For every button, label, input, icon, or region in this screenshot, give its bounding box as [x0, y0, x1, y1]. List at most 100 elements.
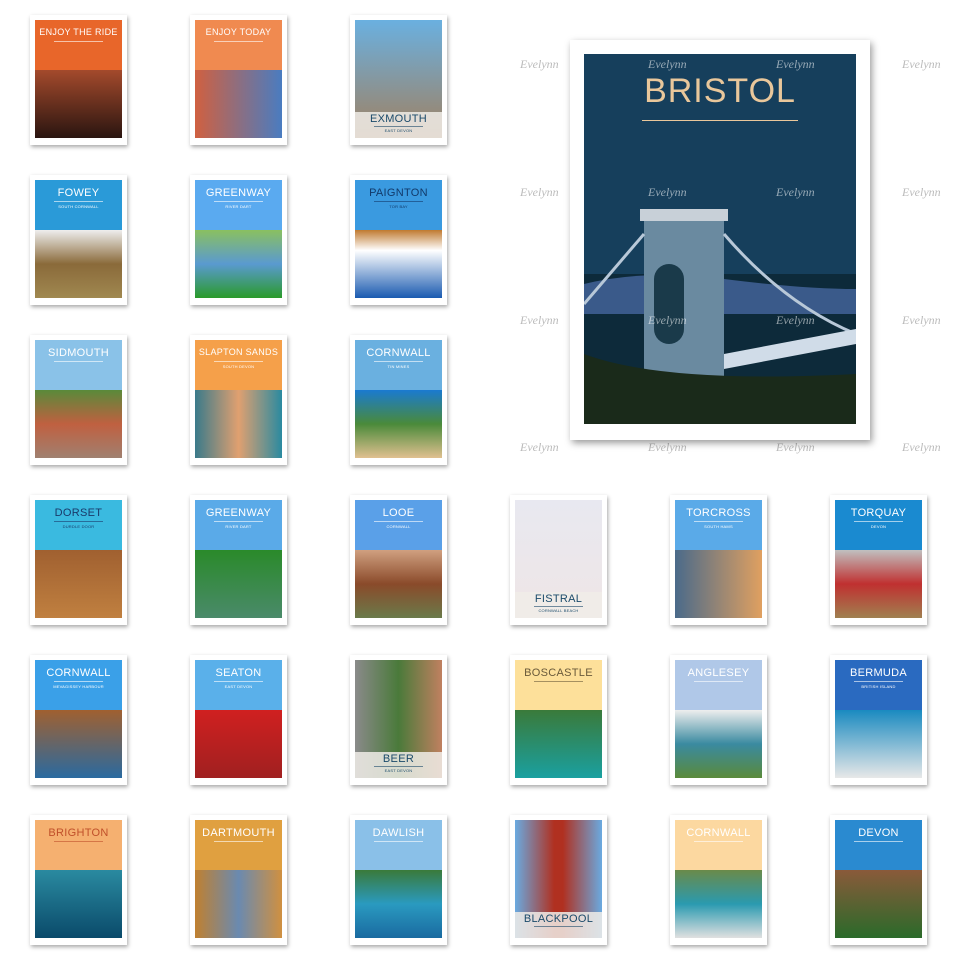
- poster-scene: [195, 709, 282, 778]
- poster-scene: [675, 869, 762, 938]
- poster-title: SLAPTON SANDS: [198, 347, 279, 357]
- poster-scene: [195, 549, 282, 618]
- poster-card[interactable]: ANGLESEY: [670, 655, 767, 785]
- poster-card[interactable]: DARTMOUTH: [190, 815, 287, 945]
- poster-title: CORNWALL: [46, 667, 111, 679]
- watermark-text: Evelynn: [520, 440, 559, 454]
- title-underline: [214, 361, 263, 362]
- poster-scene: [195, 229, 282, 298]
- poster-card[interactable]: TORQUAY DEVON: [830, 495, 927, 625]
- poster-card[interactable]: FOWEY SOUTH CORNWALL: [30, 175, 127, 305]
- poster-scene: [675, 549, 762, 618]
- poster-art: ANGLESEY: [675, 660, 762, 778]
- poster-title: BOSCASTLE: [524, 667, 593, 679]
- poster-art: DORSET DURDLE DOOR: [35, 500, 122, 618]
- poster-art: DARTMOUTH: [195, 820, 282, 938]
- poster-scene: [515, 709, 602, 778]
- title-underline: [54, 201, 103, 202]
- poster-card[interactable]: CORNWALL MEVAGISSEY HARBOUR: [30, 655, 127, 785]
- title-underline: [54, 361, 103, 362]
- poster-card[interactable]: SEATON EAST DEVON: [190, 655, 287, 785]
- poster-card[interactable]: CORNWALL: [670, 815, 767, 945]
- title-underline: [54, 841, 103, 842]
- poster-card[interactable]: BRIGHTON: [30, 815, 127, 945]
- poster-art: GREENWAY RIVER DART: [195, 500, 282, 618]
- title-underline: [534, 681, 583, 682]
- poster-scene: [835, 549, 922, 618]
- poster-card[interactable]: GREENWAY RIVER DART: [190, 175, 287, 305]
- poster-card[interactable]: GREENWAY RIVER DART: [190, 495, 287, 625]
- poster-card[interactable]: SIDMOUTH: [30, 335, 127, 465]
- title-underline: [214, 521, 263, 522]
- poster-card[interactable]: DEVON: [830, 815, 927, 945]
- poster-title: CORNWALL: [686, 827, 751, 839]
- featured-poster-bristol[interactable]: BRISTOL: [570, 40, 870, 440]
- poster-card[interactable]: CORNWALL TIN MINES: [350, 335, 447, 465]
- poster-scene: [355, 869, 442, 938]
- title-underline: [854, 681, 903, 682]
- featured-poster-art: BRISTOL: [584, 54, 856, 424]
- poster-title: FISTRAL: [534, 593, 583, 605]
- poster-art: CORNWALL MEVAGISSEY HARBOUR: [35, 660, 122, 778]
- poster-card[interactable]: BEER EAST DEVON: [350, 655, 447, 785]
- poster-subtitle: RIVER DART: [225, 524, 252, 529]
- poster-art: EXMOUTH EAST DEVON: [355, 20, 442, 138]
- poster-title: FOWEY: [57, 187, 100, 199]
- poster-title: SIDMOUTH: [47, 347, 110, 359]
- poster-art: TORCROSS SOUTH HAMS: [675, 500, 762, 618]
- watermark-text: Evelynn: [902, 57, 941, 71]
- watermark-text: Evelynn: [520, 57, 559, 71]
- poster-title: ENJOY TODAY: [205, 27, 272, 37]
- poster-art: BLACKPOOL: [515, 820, 602, 938]
- poster-card[interactable]: DAWLISH: [350, 815, 447, 945]
- watermark-text: Evelynn: [902, 313, 941, 327]
- poster-scene: [35, 869, 122, 938]
- poster-subtitle: TIN MINES: [387, 364, 410, 369]
- poster-art: FOWEY SOUTH CORNWALL: [35, 180, 122, 298]
- poster-scene: [355, 229, 442, 298]
- poster-card[interactable]: ENJOY TODAY: [190, 15, 287, 145]
- poster-card[interactable]: PAIGNTON TOR BAY: [350, 175, 447, 305]
- poster-card[interactable]: TORCROSS SOUTH HAMS: [670, 495, 767, 625]
- poster-subtitle: CORNWALL BEACH: [538, 608, 579, 613]
- poster-card[interactable]: FISTRAL CORNWALL BEACH: [510, 495, 607, 625]
- watermark-text: Evelynn: [520, 185, 559, 199]
- title-underline: [214, 841, 263, 842]
- poster-card[interactable]: BERMUDA BRITISH ISLAND: [830, 655, 927, 785]
- poster-card[interactable]: BOSCASTLE: [510, 655, 607, 785]
- poster-title: EXMOUTH: [369, 113, 428, 125]
- poster-art: SIDMOUTH: [35, 340, 122, 458]
- poster-card[interactable]: BLACKPOOL: [510, 815, 607, 945]
- poster-art: CORNWALL: [675, 820, 762, 938]
- poster-scene: [35, 69, 122, 138]
- poster-art: BRIGHTON: [35, 820, 122, 938]
- poster-title: GREENWAY: [205, 187, 272, 199]
- poster-scene: [355, 549, 442, 618]
- poster-card[interactable]: EXMOUTH EAST DEVON: [350, 15, 447, 145]
- watermark-text: Evelynn: [648, 440, 687, 454]
- poster-card[interactable]: ENJOY THE RIDE: [30, 15, 127, 145]
- poster-art: SEATON EAST DEVON: [195, 660, 282, 778]
- title-underline: [374, 766, 423, 767]
- poster-subtitle: EAST DEVON: [384, 768, 413, 773]
- poster-title: DAWLISH: [372, 827, 425, 839]
- poster-subtitle: EAST DEVON: [384, 128, 413, 133]
- watermark-text: Evelynn: [902, 185, 941, 199]
- poster-art: DAWLISH: [355, 820, 442, 938]
- poster-card[interactable]: SLAPTON SANDS SOUTH DEVON: [190, 335, 287, 465]
- poster-title: DARTMOUTH: [202, 827, 275, 839]
- title-underline: [214, 681, 263, 682]
- poster-title: SEATON: [215, 667, 262, 679]
- poster-scene: [195, 869, 282, 938]
- title-underline: [694, 841, 743, 842]
- poster-subtitle: RIVER DART: [225, 204, 252, 209]
- poster-card[interactable]: LOOE CORNWALL: [350, 495, 447, 625]
- poster-scene: [35, 709, 122, 778]
- poster-title: BEER: [382, 753, 415, 765]
- poster-title: BRIGHTON: [48, 827, 109, 839]
- poster-title: ENJOY THE RIDE: [39, 27, 118, 37]
- title-underline: [54, 681, 103, 682]
- poster-card[interactable]: DORSET DURDLE DOOR: [30, 495, 127, 625]
- poster-art: LOOE CORNWALL: [355, 500, 442, 618]
- watermark-text: Evelynn: [902, 440, 941, 454]
